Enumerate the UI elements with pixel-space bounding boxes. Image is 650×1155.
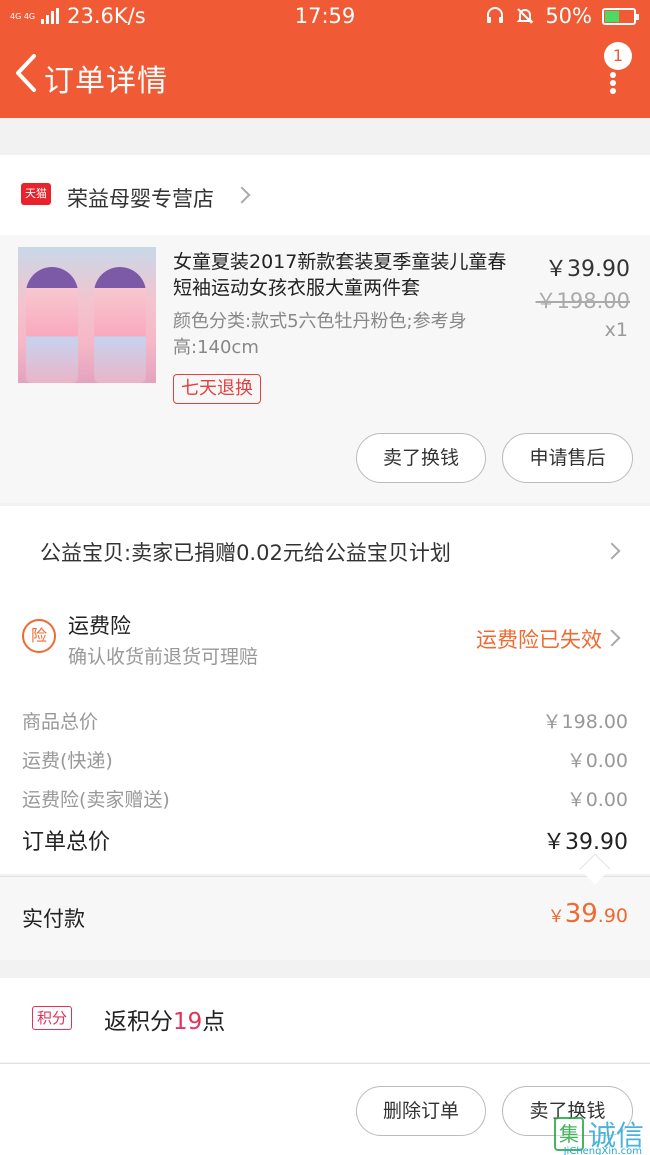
summary-label: 运费(快递) xyxy=(22,750,113,772)
paid-currency: ￥ xyxy=(547,907,565,927)
notification-badge: 1 xyxy=(604,42,632,70)
summary-value: ￥0.00 xyxy=(566,750,628,772)
paid-value: ￥39.90 xyxy=(548,899,628,929)
chevron-left-icon[interactable] xyxy=(12,52,42,94)
product-sku: 颜色分类:款式5六色牡丹粉色;参考身高:140cm xyxy=(173,311,467,358)
product-price: ￥39.90 xyxy=(545,257,630,282)
bell-muted-icon xyxy=(516,8,534,24)
order-total-label: 订单总价 xyxy=(22,830,111,855)
summary-value: ￥0.00 xyxy=(566,789,628,811)
app-header: 4G 4G 23.6K/s 17:59 50% 订单详情 1 xyxy=(0,0,650,118)
headset-icon xyxy=(487,7,504,23)
product-image-figure-left xyxy=(26,267,78,383)
charity-row[interactable]: 公益宝贝:卖家已捐赠0.02元给公益宝贝计划 xyxy=(0,506,650,596)
points-row: 积分 返积分19点 xyxy=(0,978,650,1062)
insurance-icon: 险 xyxy=(22,619,56,653)
points-value: 19 xyxy=(173,1009,203,1035)
page-title: 订单详情 xyxy=(44,64,168,99)
points-tag: 积分 xyxy=(32,1006,73,1030)
insurance-title: 运费险 xyxy=(68,614,131,638)
insurance-status: 运费险已失效 xyxy=(476,628,602,652)
product-image[interactable] xyxy=(18,247,156,383)
store-row[interactable]: 天猫 荣益母婴专营店 xyxy=(0,155,650,235)
paid-decimal: .90 xyxy=(597,905,628,927)
tmall-badge: 天猫 xyxy=(21,183,51,205)
status-right: 50% xyxy=(485,4,639,28)
price-summary: 商品总价 ￥198.00 运费(快递) ￥0.00 运费险(卖家赠送) ￥0.0… xyxy=(0,682,650,874)
product-original-price: ￥198.00 xyxy=(535,289,630,313)
summary-label: 运费险(卖家赠送) xyxy=(22,789,170,811)
chevron-right-icon xyxy=(603,629,621,647)
summary-value: ￥198.00 xyxy=(542,711,628,733)
points-text: 返积分19点 xyxy=(104,1002,225,1036)
summary-label: 商品总价 xyxy=(22,711,99,733)
paid-integer: 39 xyxy=(564,899,598,929)
battery-charging-icon xyxy=(602,7,639,25)
product-card[interactable]: 女童夏装2017新款套装夏季童装儿童春短袖运动女孩衣服大童两件套 颜色分类:款式… xyxy=(0,235,650,503)
navigation-bar: 订单详情 1 xyxy=(0,40,650,112)
charity-text: 公益宝贝:卖家已捐赠0.02元给公益宝贝计划 xyxy=(40,541,451,565)
summary-row-total: 订单总价 ￥39.90 xyxy=(22,824,628,855)
shipping-insurance-row[interactable]: 险 运费险 确认收货前退货可理赔 运费险已失效 xyxy=(0,596,650,682)
battery-fill xyxy=(605,10,619,22)
return-policy-tag: 七天退换 xyxy=(173,374,261,404)
summary-row-goods: 商品总价 ￥198.00 xyxy=(22,707,628,737)
paid-label: 实付款 xyxy=(22,907,85,931)
resell-button[interactable]: 卖了换钱 xyxy=(356,433,486,483)
product-quantity: x1 xyxy=(604,319,628,341)
after-sale-button[interactable]: 申请售后 xyxy=(502,433,633,483)
order-total-value: ￥39.90 xyxy=(543,830,628,855)
watermark-url: JiChengXin.com xyxy=(563,1146,642,1155)
points-prefix: 返积分 xyxy=(104,1009,173,1035)
product-title[interactable]: 女童夏装2017新款套装夏季童装儿童春短袖运动女孩衣服大童两件套 xyxy=(173,249,513,301)
status-bar: 4G 4G 23.6K/s 17:59 50% xyxy=(0,0,650,34)
points-suffix: 点 xyxy=(202,1009,226,1035)
battery-percent: 50% xyxy=(545,4,592,28)
more-vertical-icon[interactable] xyxy=(610,72,616,94)
store-name: 荣益母婴专营店 xyxy=(67,187,214,211)
summary-row-insurance: 运费险(卖家赠送) ￥0.00 xyxy=(22,785,628,815)
delete-order-button[interactable]: 删除订单 xyxy=(356,1086,486,1136)
insurance-subtitle: 确认收货前退货可理赔 xyxy=(68,646,259,668)
summary-row-shipping: 运费(快递) ￥0.00 xyxy=(22,746,628,776)
chevron-right-icon xyxy=(603,542,621,560)
product-image-figure-right xyxy=(94,267,146,383)
bottom-action-bar: 删除订单 卖了换钱 集 诚信 JiChengXin.com xyxy=(0,1063,650,1155)
chevron-right-icon xyxy=(233,186,251,204)
paid-amount-row: 实付款 ￥39.90 xyxy=(0,876,650,960)
